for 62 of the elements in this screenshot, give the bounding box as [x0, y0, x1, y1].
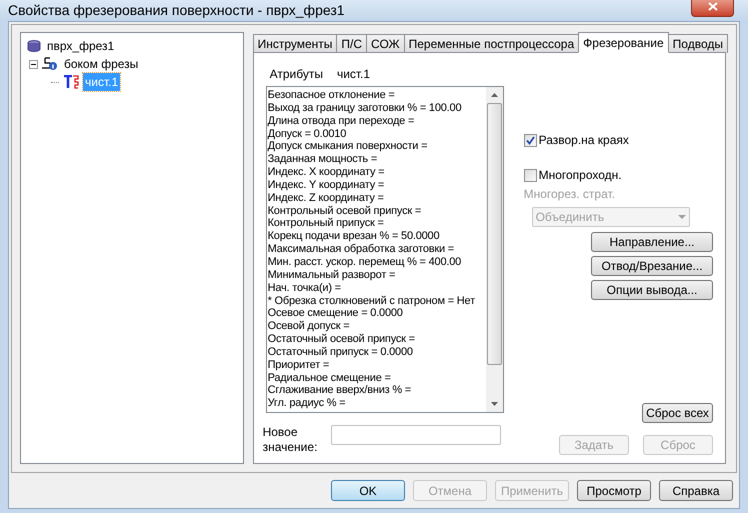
attribute-item[interactable]: Нач. точка(и) = [268, 282, 341, 294]
close-button[interactable] [691, 0, 734, 16]
dialog-button[interactable]: Просмотр [577, 480, 651, 501]
dialog-button[interactable]: Справка [659, 480, 733, 501]
attribute-item[interactable]: Остаточный припуск = 0.0000 [268, 346, 413, 359]
checkbox-label: Многопроходн. [538, 167, 622, 184]
scrollbar[interactable] [486, 87, 503, 412]
attributes-label: Атрибуты [270, 66, 323, 82]
new-value-field[interactable] [330, 425, 501, 445]
tab[interactable]: Подводы [668, 34, 728, 53]
attribute-item[interactable]: Остаточный осевой припуск = [268, 333, 415, 346]
attribute-item[interactable]: Корекц подачи врезан % = 50.0000 [268, 230, 440, 244]
checkbox[interactable] [524, 134, 537, 146]
operation-icon [42, 57, 58, 71]
new-value-label: Новое значение: [262, 425, 318, 455]
attribute-item[interactable]: Безопасное отклонение = [268, 89, 395, 102]
attribute-item[interactable]: Заданная мощность = [268, 153, 378, 166]
tool-icon [63, 75, 79, 89]
dropdown-arrow-icon [678, 215, 686, 219]
tree-item[interactable]: пврх_фрез1 [45, 37, 116, 55]
database-icon [27, 40, 41, 52]
scroll-up-icon [490, 93, 498, 97]
attribute-item[interactable]: Контрольный осевой припуск = [268, 204, 422, 218]
attribute-item[interactable]: Угл. радиус % = [268, 397, 346, 410]
attribute-item[interactable]: Выход за границу заготовки % = 100.00 [268, 102, 462, 115]
action-button[interactable]: Отвод/Врезание... [591, 256, 713, 276]
scroll-thumb[interactable] [486, 103, 502, 365]
attribute-item[interactable]: Контрольный припуск = [268, 217, 384, 230]
attribute-item[interactable]: Радиальное смещение = [268, 372, 391, 384]
attribute-item[interactable]: Длина отвода при переходе = [268, 114, 414, 128]
attribute-item[interactable]: Приоритет = [268, 358, 330, 372]
attribute-item[interactable]: Индекс. Z координату = [268, 192, 384, 205]
attribute-item[interactable]: Мин. расст. ускор. перемещ % = 400.00 [268, 256, 462, 269]
tab[interactable]: СОЖ [366, 34, 405, 53]
action-button[interactable]: Опции вывода... [591, 280, 713, 300]
tab[interactable]: Фрезерование [578, 32, 669, 53]
dialog-button[interactable]: OK [331, 480, 405, 501]
attributes-value: чист.1 [336, 66, 370, 82]
tab[interactable]: Инструменты [252, 34, 338, 53]
attribute-item[interactable]: Осевое смещение = 0.0000 [268, 307, 403, 320]
tab[interactable]: Переменные постпроцессора [404, 34, 580, 53]
attribute-item[interactable]: Минимальный разворот = [268, 268, 396, 282]
checkmark-icon [526, 136, 535, 144]
attribute-item[interactable]: Максимальная обработка заготовки = [268, 243, 454, 256]
checkbox[interactable] [524, 168, 537, 182]
attribute-item[interactable]: Осевой допуск = [268, 320, 350, 334]
window-title: Свойства фрезерования поверхности - пврх_фрез1 [8, 1, 345, 20]
attribute-item[interactable]: Допуск смыкания поверхности = [268, 140, 428, 154]
attribute-item[interactable]: Сглаживание вверх/вниз % = [268, 384, 412, 398]
reset-all-button[interactable]: Сброс всех [642, 403, 713, 423]
attribute-item[interactable]: Допуск = 0.0010 [268, 128, 346, 140]
tab[interactable]: П/С [336, 34, 368, 53]
tree-item[interactable]: боком фрезы [62, 55, 140, 73]
collapse-toggle[interactable] [29, 60, 38, 68]
close-icon [708, 2, 718, 11]
scroll-down-icon [490, 402, 498, 406]
attribute-item[interactable]: Индекс. X координату = [268, 166, 384, 179]
action-button[interactable]: Направление... [591, 232, 713, 252]
attribute-item[interactable]: Индекс. Y координату = [268, 178, 384, 192]
attribute-item[interactable]: * Обрезка столкновений с патроном = Нет [268, 294, 475, 308]
checkbox-label: Развор.на краях [538, 132, 629, 149]
strategy-label: Многорез. страт. [524, 186, 616, 203]
